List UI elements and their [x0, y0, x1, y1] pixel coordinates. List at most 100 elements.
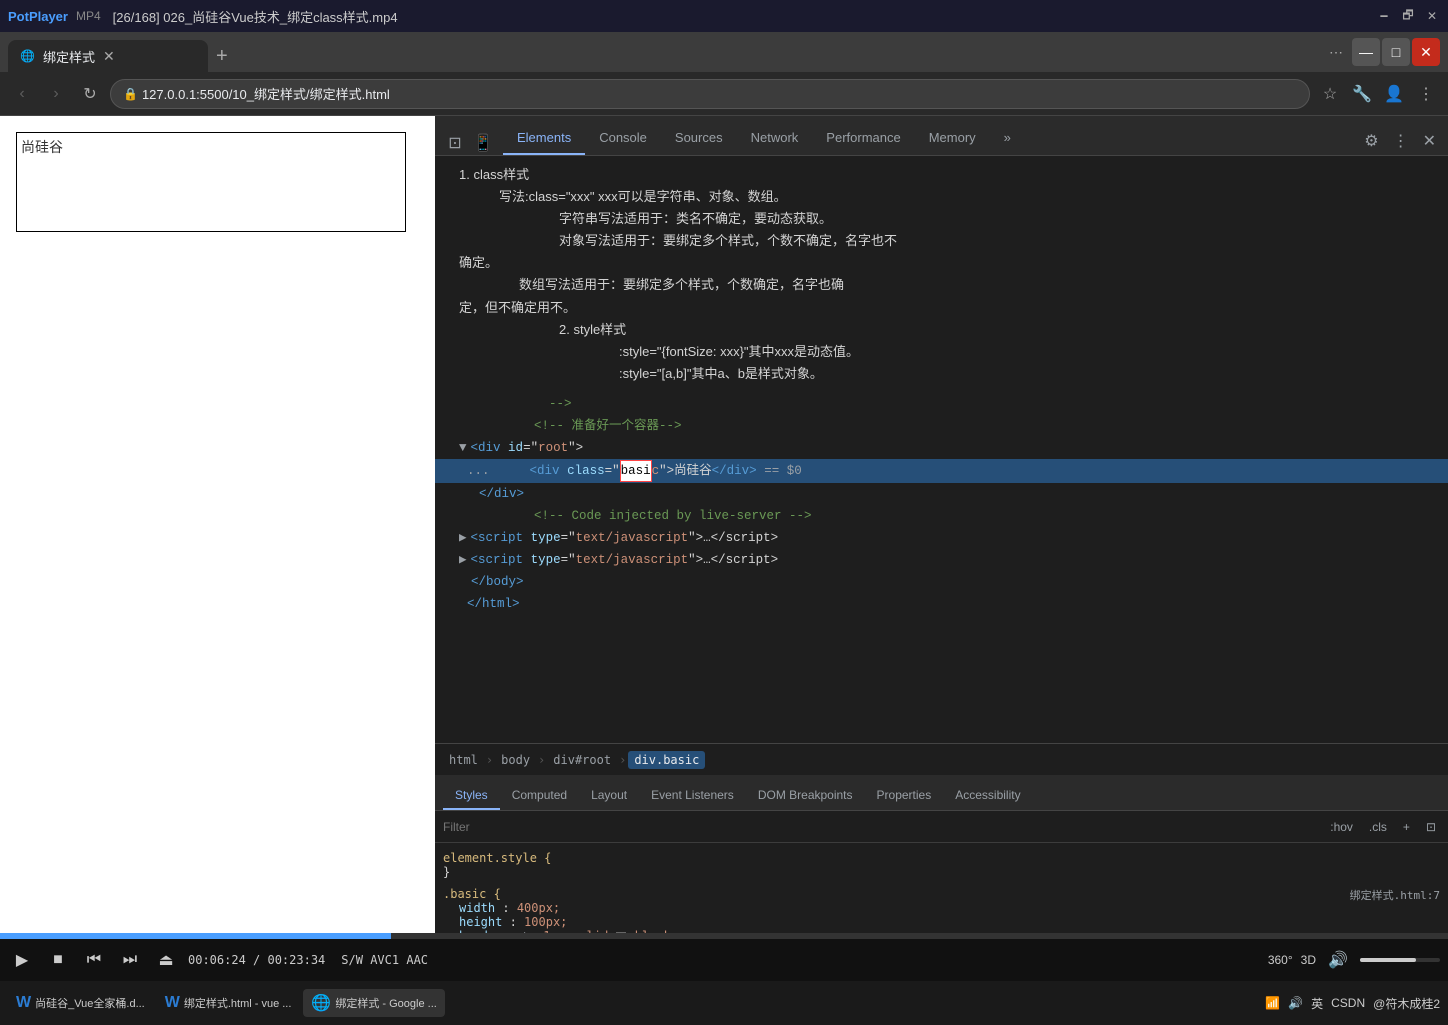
potplayer-maximize-btn[interactable]: 🗗	[1400, 8, 1416, 24]
note-line2: 写法:class="xxx" xxx可以是字符串、对象、数组。	[499, 186, 1436, 208]
tab-properties[interactable]: Properties	[865, 782, 944, 810]
tab-styles[interactable]: Styles	[443, 782, 500, 810]
note-line1: 1. class样式	[459, 164, 1436, 186]
devtools-device-btn[interactable]: 📱	[471, 131, 495, 155]
ellipsis: ...	[459, 460, 494, 482]
potplayer-close-btn[interactable]: ✕	[1424, 8, 1440, 24]
note-line8: :style="[a,b]"其中a、b是样式对象。	[619, 363, 1436, 385]
eject-btn[interactable]: ⏏	[152, 946, 180, 974]
devtools-select-element-btn[interactable]: ⊡	[443, 131, 467, 155]
prev-btn[interactable]: ⏮	[80, 946, 108, 974]
taskbar-item-chrome[interactable]: 🌐 绑定样式 - Google ...	[303, 989, 444, 1017]
note-line6: 2. style样式	[559, 319, 1436, 341]
new-tab-btn[interactable]: +	[216, 40, 228, 72]
volume-level	[1360, 958, 1416, 962]
taskbar-item-word1[interactable]: W 尚硅谷_Vue全家桶.d...	[8, 990, 153, 1016]
css-height-value: 100px;	[524, 915, 567, 929]
browser-maximize-btn[interactable]: □	[1382, 38, 1410, 66]
chrome-icon: 🌐	[311, 993, 331, 1013]
user-label: @符木成桂2	[1373, 995, 1440, 1012]
breadcrumb-html[interactable]: html	[443, 751, 484, 769]
lower-tabs: Styles Computed Layout Event Listeners D…	[435, 775, 1448, 811]
tab-console[interactable]: Console	[585, 122, 661, 155]
next-btn[interactable]: ⏭	[116, 946, 144, 974]
note-line4b: 确定。	[459, 252, 1436, 274]
taskbar-right: 📶 🔊 英 CSDN @符木成桂2	[1265, 995, 1440, 1012]
profile-icon[interactable]: 👤	[1380, 80, 1408, 108]
script1-tag: <script	[471, 528, 524, 548]
triangle-script1-icon: ▶	[459, 528, 467, 548]
dom-div-root[interactable]: ▼ <div id =" root ">	[435, 437, 1448, 459]
stop-btn[interactable]: ■	[44, 946, 72, 974]
reload-btn[interactable]: ↻	[76, 80, 104, 108]
css-brace1: }	[443, 865, 450, 879]
dom-script2[interactable]: ▶ <script type =" text/javascript ">…</s…	[435, 549, 1448, 571]
taskbar-item-word2[interactable]: W 绑定样式.html - vue ...	[157, 990, 300, 1016]
breadcrumb-divroot[interactable]: div#root	[547, 751, 617, 769]
filter-cls-btn[interactable]: .cls	[1365, 818, 1391, 836]
breadcrumb-bar: html › body › div#root › div.basic	[435, 743, 1448, 775]
dollar0-sign: == $0	[764, 461, 802, 481]
css-source-file[interactable]: 绑定样式.html:7	[1350, 887, 1440, 903]
taskbar-volume-icon[interactable]: 🔊	[1288, 996, 1303, 1010]
div-basic-text: 尚硅谷	[674, 461, 712, 481]
back-btn[interactable]: ‹	[8, 80, 36, 108]
tab-layout[interactable]: Layout	[579, 782, 639, 810]
browser-minimize-btn[interactable]: —	[1352, 38, 1380, 66]
browser-tab-active[interactable]: 🌐 绑定样式 ✕	[8, 40, 208, 72]
bookmark-icon[interactable]: ☆	[1316, 80, 1344, 108]
breadcrumb-body[interactable]: body	[495, 751, 536, 769]
div-root-id-attr: id	[508, 438, 523, 458]
tab-dom-breakpoints[interactable]: DOM Breakpoints	[746, 782, 865, 810]
taskbar-label1: 尚硅谷_Vue全家桶.d...	[35, 995, 145, 1011]
forward-btn[interactable]: ›	[42, 80, 70, 108]
word2-icon: W	[165, 994, 180, 1012]
play-btn[interactable]: ▶	[8, 946, 36, 974]
browser-titlebar: 🌐 绑定样式 ✕ + ⋯ — □ ✕	[0, 32, 1448, 72]
tab-more[interactable]: »	[990, 122, 1025, 155]
styles-filter-input[interactable]	[443, 820, 1326, 834]
filter-plus-btn[interactable]: +	[1399, 818, 1414, 836]
csdn-label: CSDN	[1331, 996, 1365, 1010]
tab-performance[interactable]: Performance	[812, 122, 914, 155]
tab-computed[interactable]: Computed	[500, 782, 579, 810]
dom-html-close: </html>	[435, 593, 1448, 615]
filter-hov-btn[interactable]: :hov	[1326, 818, 1357, 836]
address-text: 127.0.0.1:5500/10_绑定样式/绑定样式.html	[142, 84, 390, 103]
tab-event-listeners[interactable]: Event Listeners	[639, 782, 746, 810]
potplayer-title: [26/168] 026_尚硅谷Vue技术_绑定class样式.mp4	[113, 7, 1376, 26]
potplayer-minimize-btn[interactable]: 🗕	[1376, 8, 1392, 24]
dom-div-basic[interactable]: ... <div class =" basi c "> 尚硅谷 </div> =…	[435, 459, 1448, 483]
address-bar[interactable]: 🔒 127.0.0.1:5500/10_绑定样式/绑定样式.html	[110, 79, 1310, 109]
browser-settings-btn[interactable]: ⋯	[1322, 38, 1350, 66]
browser-window-buttons: ⋯ — □ ✕	[1322, 38, 1440, 66]
devtools-close-icon[interactable]: ✕	[1419, 127, 1440, 155]
page-box-text: 尚硅谷	[21, 139, 63, 155]
class-value-rest: c	[652, 461, 660, 481]
css-selector-basic: .basic {	[443, 887, 501, 901]
media-vol-btn[interactable]: 🔊	[1324, 946, 1352, 974]
dom-tree[interactable]: 1. class样式 写法:class="xxx" xxx可以是字符串、对象、数…	[435, 156, 1448, 743]
css-height-prop: height	[459, 915, 502, 929]
volume-slider[interactable]	[1360, 958, 1440, 962]
devtools-icons: ⚙ ⋮ ✕	[1360, 127, 1448, 155]
tab-accessibility[interactable]: Accessibility	[943, 782, 1032, 810]
tab-memory[interactable]: Memory	[915, 122, 990, 155]
devtools-settings-icon[interactable]: ⚙	[1360, 127, 1382, 155]
tab-sources[interactable]: Sources	[661, 122, 737, 155]
menu-icon[interactable]: ⋮	[1412, 80, 1440, 108]
tab-close-btn[interactable]: ✕	[103, 48, 115, 65]
browser-close-btn[interactable]: ✕	[1412, 38, 1440, 66]
class-value-highlight: basi	[620, 460, 652, 482]
css-colon1: :	[502, 901, 516, 915]
div-close-tag: </div>	[479, 484, 524, 504]
devtools-more-icon[interactable]: ⋮	[1389, 127, 1413, 155]
filter-box-btn[interactable]: ⊡	[1422, 818, 1440, 836]
tab-elements[interactable]: Elements	[503, 122, 585, 155]
extensions-icon[interactable]: 🔧	[1348, 80, 1376, 108]
breadcrumb-divbasic[interactable]: div.basic	[628, 751, 705, 769]
tab-network[interactable]: Network	[737, 122, 813, 155]
dom-script1[interactable]: ▶ <script type =" text/javascript ">…</s…	[435, 527, 1448, 549]
dom-notes: 1. class样式 写法:class="xxx" xxx可以是字符串、对象、数…	[435, 160, 1448, 393]
taskbar-label2: 绑定样式.html - vue ...	[184, 995, 292, 1011]
